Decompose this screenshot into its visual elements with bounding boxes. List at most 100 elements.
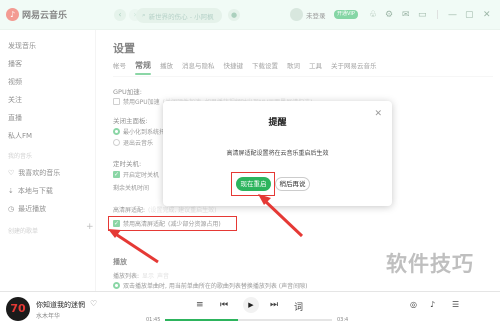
sidebar-item-fm[interactable]: 私人FM — [8, 131, 32, 141]
tab-tools[interactable]: 工具 — [309, 60, 322, 71]
sidebar-item-label: 我喜欢的音乐 — [18, 169, 61, 177]
tab-general[interactable]: 常规 — [135, 60, 151, 75]
mail-icon[interactable]: ✉ — [402, 9, 410, 21]
page-title: 设置 — [113, 42, 135, 55]
later-button[interactable]: 稍后再说 — [275, 177, 310, 191]
search-input[interactable]: ⌕ 新世界的伤心 - 小阿枫 — [136, 8, 222, 23]
sidebar-item-live[interactable]: 直播 — [8, 113, 22, 123]
created-playlists-heading: 创建的歌单 — [8, 228, 39, 235]
app-name: 网易云音乐 — [22, 11, 68, 21]
tab-lyrics[interactable]: 歌词 — [287, 60, 300, 71]
sidebar-item-recent[interactable]: ◷ 最近播放 — [8, 204, 46, 214]
mini-mode-icon[interactable]: ▭ — [418, 9, 427, 21]
search-icon: ⌕ — [142, 11, 146, 19]
back-icon[interactable]: ‹ — [114, 9, 126, 21]
playlist-mode-icon[interactable]: ≡ — [196, 300, 204, 310]
like-heart-icon[interactable]: ♡ — [90, 299, 97, 308]
tab-shortcuts[interactable]: 快捷键 — [224, 60, 244, 71]
gpu-heading: GPU加速: — [113, 88, 142, 96]
maximize-icon[interactable]: ▢ — [465, 9, 474, 21]
exit-radio[interactable] — [113, 139, 120, 146]
close-option-exit[interactable]: 退出云音乐 — [113, 138, 153, 147]
my-music-heading: 我的音乐 — [8, 153, 33, 160]
dialog-message: 高清屏适配设置将在云音乐重启后生效 — [226, 150, 329, 157]
add-playlist-icon[interactable]: + — [86, 222, 94, 232]
settings-gear-icon[interactable]: ⚙ — [385, 9, 393, 21]
timer-checkbox[interactable]: ✓ — [113, 171, 120, 178]
sidebar-item-video[interactable]: 视频 — [8, 77, 22, 87]
avatar[interactable] — [290, 8, 303, 21]
previous-icon[interactable]: ⏮ — [220, 300, 228, 310]
minimize-icon[interactable]: — — [448, 9, 457, 21]
gpu-checkbox[interactable] — [113, 98, 120, 105]
playlist-heading: 播放列表: — [113, 273, 140, 280]
album-cover[interactable]: 70 — [6, 297, 30, 321]
restart-button-highlight-box — [231, 172, 275, 196]
title-bar: ♪ 网易云音乐 ‹ › ⌕ 新世界的伤心 - 小阿枫 ● 未登录 开通VIP ♧… — [0, 0, 500, 30]
dblclick-option[interactable]: 双击播放单曲时, 用当前单曲所在的歌曲列表替换播放列表 (声音间隙) — [113, 281, 307, 290]
player-bar: 70 你知道我的迷惘 水木年华 ♡ ≡ ⏮ ▶ ⏭ 词 01:45 03:4 ◎… — [0, 291, 500, 328]
microphone-icon[interactable]: ● — [228, 9, 240, 21]
tab-divider — [113, 76, 493, 77]
vip-badge[interactable]: 开通VIP — [334, 10, 358, 19]
dblclick-label: 双击播放单曲时, 用当前单曲所在的歌曲列表替换播放列表 (声音间隙) — [123, 283, 308, 290]
timer-option[interactable]: ✓ 开启定时关机 — [113, 170, 159, 179]
app-logo[interactable]: ♪ 网易云音乐 — [6, 8, 67, 21]
tab-privacy[interactable]: 消息与隐私 — [182, 60, 215, 71]
login-link[interactable]: 未登录 — [306, 10, 326, 20]
playlist-option-b[interactable]: 声音 — [157, 271, 169, 280]
progress-bar[interactable] — [165, 319, 332, 321]
sidebar-item-local[interactable]: ⇣ 本地与下载 — [8, 186, 53, 196]
volume-icon[interactable]: ♪ — [430, 300, 435, 309]
playlist-row: 播放列表: 显示 声音 — [113, 271, 169, 280]
tab-about[interactable]: 关于网易云音乐 — [331, 60, 377, 71]
lyrics-icon[interactable]: 词 — [294, 300, 303, 313]
gpu-label: 禁用GPU加速 — [123, 99, 160, 106]
settings-tabs: 帐号 常规 播放 消息与隐私 快捷键 下载设置 歌词 工具 关于网易云音乐 — [113, 60, 377, 75]
exit-label: 退出云音乐 — [123, 140, 154, 147]
hidpi-sub: (设置完成, 建议重启生效) — [148, 207, 217, 214]
search-placeholder: 新世界的伤心 - 小阿枫 — [148, 12, 214, 21]
timer-remaining-label: 剩余关机时间 — [113, 185, 150, 192]
next-icon[interactable]: ⏭ — [270, 300, 278, 310]
song-title[interactable]: 你知道我的迷惘 — [36, 300, 85, 310]
sidebar: 发现音乐 播客 视频 关注 直播 私人FM 我的音乐 ♡ 我喜欢的音乐 ⇣ 本地… — [0, 30, 96, 291]
sidebar-item-follow[interactable]: 关注 — [8, 95, 22, 105]
dblclick-radio[interactable] — [113, 282, 120, 289]
divider-icon: | — [436, 10, 440, 20]
tab-account[interactable]: 帐号 — [113, 60, 126, 71]
tab-download[interactable]: 下载设置 — [252, 60, 278, 71]
total-time: 03:4 — [337, 317, 349, 323]
sidebar-item-discover[interactable]: 发现音乐 — [8, 41, 36, 51]
sidebar-item-liked[interactable]: ♡ 我喜欢的音乐 — [8, 168, 60, 178]
hidpi-highlight-box — [108, 216, 237, 231]
hidpi-heading-row: 高清屏适配: (设置完成, 建议重启生效) — [113, 205, 217, 214]
sidebar-item-label: 最近播放 — [18, 205, 47, 213]
minimize-radio[interactable] — [113, 128, 120, 135]
timer-label: 开启定时关机 — [123, 172, 160, 179]
clock-icon: ◷ — [8, 205, 15, 213]
netease-logo-icon: ♪ — [6, 8, 19, 21]
playlist-option-a[interactable]: 显示 — [142, 271, 154, 280]
play-button[interactable]: ▶ — [243, 297, 259, 313]
close-icon[interactable]: ✕ — [483, 9, 491, 21]
progress-fill — [165, 319, 239, 321]
close-panel-heading: 关闭主面板: — [113, 117, 148, 125]
sound-quality-icon[interactable]: ◎ — [410, 300, 417, 309]
heart-icon: ♡ — [8, 169, 15, 177]
dialog-close-icon[interactable]: ✕ — [374, 109, 382, 119]
watermark: 软件技巧 — [386, 252, 474, 276]
queue-icon[interactable]: ☰ — [452, 300, 459, 309]
sidebar-item-label: 本地与下载 — [17, 187, 53, 195]
playback-heading: 播放 — [113, 258, 127, 266]
skin-icon[interactable]: ♧ — [369, 9, 377, 21]
restart-dialog: 提醒 ✕ 高清屏适配设置将在云音乐重启后生效 现在重启 稍后再说 — [163, 101, 392, 206]
download-icon: ⇣ — [8, 187, 14, 195]
sidebar-item-podcast[interactable]: 播客 — [8, 59, 22, 69]
hidpi-heading: 高清屏适配: — [113, 207, 146, 214]
song-artist[interactable]: 水木年华 — [36, 311, 60, 320]
tab-playback[interactable]: 播放 — [160, 60, 173, 71]
timer-remaining: 剩余关机时间 — [113, 183, 149, 192]
current-time: 01:45 — [146, 317, 161, 323]
dialog-title: 提醒 — [268, 118, 287, 128]
